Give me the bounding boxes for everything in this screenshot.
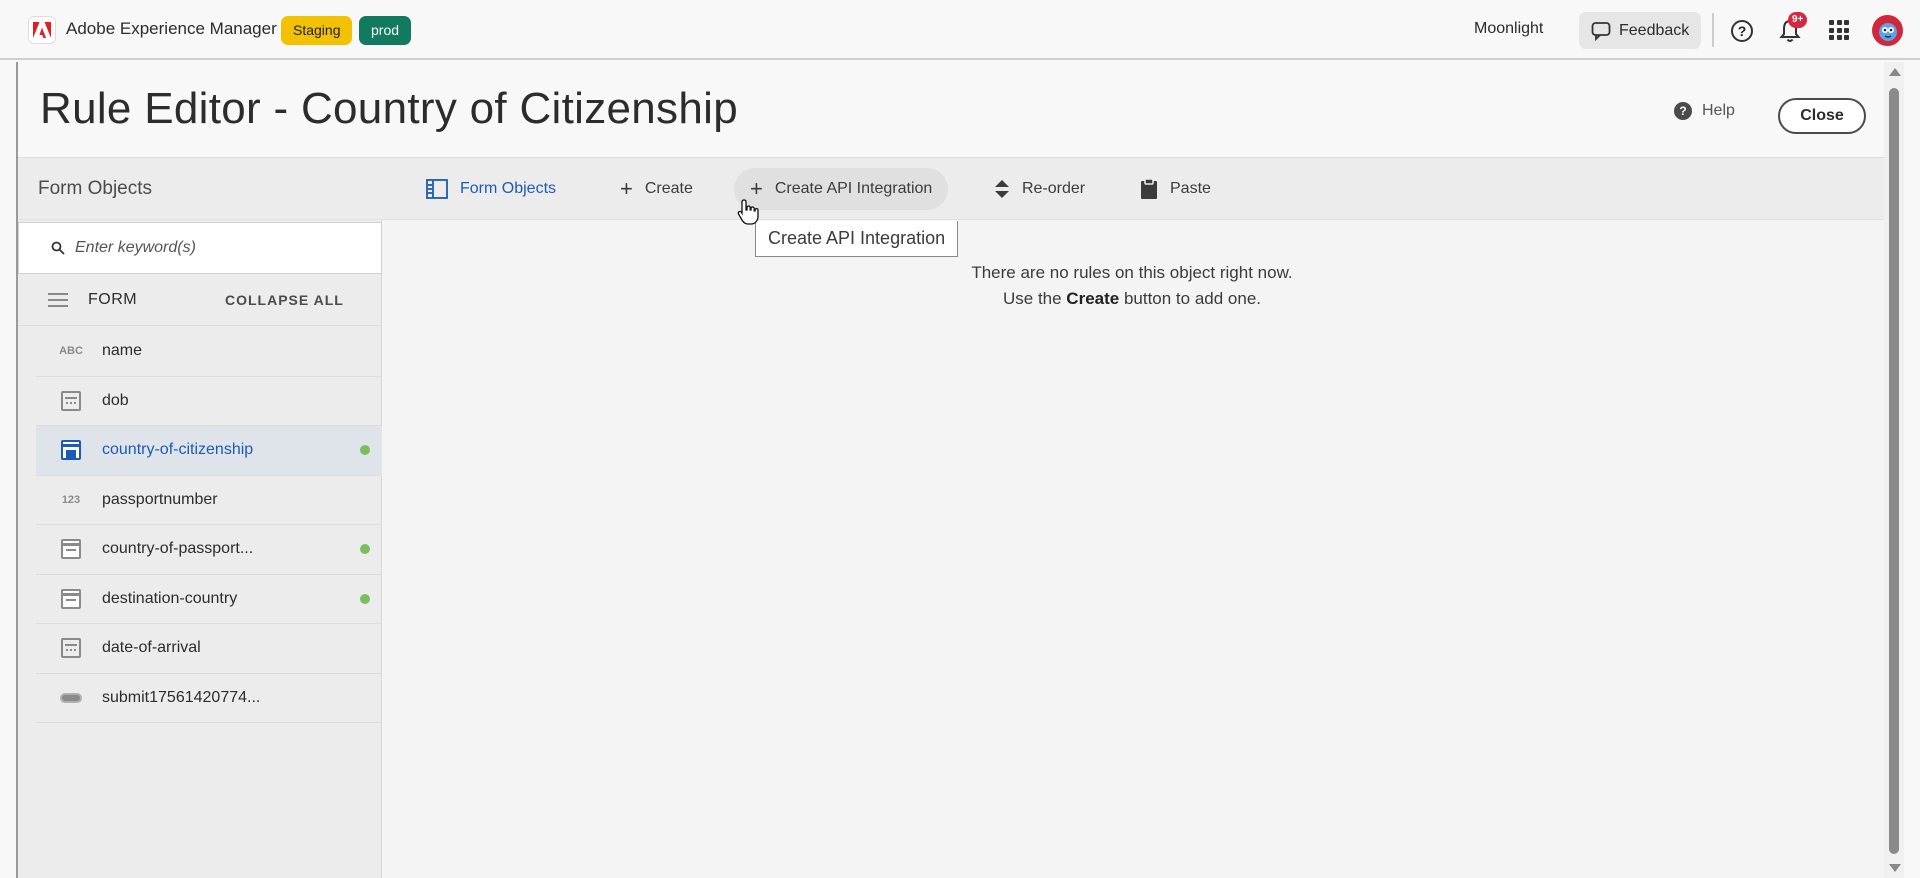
dropdown-icon — [61, 588, 81, 609]
paste-button[interactable]: Paste — [1124, 168, 1227, 210]
search-icon — [51, 241, 65, 255]
plus-icon: + — [620, 176, 633, 201]
button-icon — [60, 692, 82, 703]
reorder-label: Re-order — [1022, 180, 1086, 197]
plus-icon: + — [750, 176, 763, 201]
empty-state-line1: There are no rules on this object right … — [971, 263, 1293, 282]
adobe-logo-icon[interactable] — [28, 16, 56, 44]
tree-item-country-of-passport[interactable]: country-of-passport... — [36, 525, 382, 575]
vertical-scrollbar[interactable] — [1884, 62, 1904, 878]
has-rule-indicator — [360, 593, 370, 604]
reorder-icon — [995, 180, 1009, 198]
calendar-icon — [61, 638, 81, 659]
tree-item-label: country-of-citizenship — [102, 441, 254, 459]
close-button[interactable]: Close — [1778, 98, 1866, 134]
page-title: Rule Editor - Country of Citizenship — [40, 84, 738, 133]
has-rule-indicator — [360, 544, 370, 555]
has-rule-indicator — [360, 445, 370, 456]
create-button[interactable]: + Create — [604, 168, 709, 210]
scroll-up-icon[interactable] — [1889, 68, 1901, 76]
tree-item-label: date-of-arrival — [102, 639, 201, 657]
scroll-down-icon[interactable] — [1889, 864, 1901, 872]
dialog-header: Rule Editor - Country of Citizenship ? H… — [18, 62, 1886, 158]
form-objects-icon — [426, 179, 448, 199]
text-field-icon: ABC — [59, 345, 83, 358]
form-objects-panel-title: Form Objects — [38, 178, 153, 199]
tree-item-label: submit17561420774... — [102, 688, 261, 706]
search-input[interactable] — [75, 239, 355, 257]
hand-cursor-icon — [737, 199, 759, 225]
form-objects-tab-label: Form Objects — [460, 180, 557, 197]
tree-item-submit[interactable]: submit17561420774... — [36, 674, 382, 723]
help-circle-icon: ? — [1674, 102, 1692, 120]
clipboard-icon — [1141, 178, 1157, 199]
paste-label: Paste — [1170, 180, 1211, 197]
empty-state-message: There are no rules on this object right … — [382, 260, 1882, 312]
tree-menu-icon[interactable] — [48, 292, 68, 307]
feedback-button[interactable]: Feedback — [1579, 12, 1701, 49]
tree-item-label: passportnumber — [102, 490, 218, 508]
tree-item-label: dob — [102, 391, 129, 409]
tree-item-destination-country[interactable]: destination-country — [36, 575, 382, 624]
tree-header: FORM COLLAPSE ALL — [18, 274, 382, 326]
help-button[interactable]: ? Help — [1674, 102, 1735, 120]
divider — [1712, 13, 1714, 47]
prod-badge: prod — [359, 16, 412, 45]
tree-item-passportnumber[interactable]: 123 passportnumber — [36, 476, 382, 525]
collapse-all-button[interactable]: COLLAPSE ALL — [225, 292, 344, 308]
tree-item-date-of-arrival[interactable]: date-of-arrival — [36, 624, 382, 674]
reorder-button[interactable]: Re-order — [978, 168, 1101, 210]
create-label: Create — [644, 180, 693, 197]
number-field-icon: 123 — [61, 493, 81, 506]
tooltip: Create API Integration — [755, 221, 959, 257]
feedback-label: Feedback — [1619, 21, 1690, 39]
tree-item-dob[interactable]: dob — [36, 377, 382, 426]
tree-item-name[interactable]: ABC name — [36, 327, 382, 377]
empty-state-line2: Use the Create button to add one. — [1002, 289, 1262, 308]
avatar[interactable] — [1872, 15, 1903, 46]
org-switcher[interactable]: Moonlight — [1474, 20, 1543, 38]
feedback-icon — [1591, 21, 1611, 41]
dropdown-icon — [61, 539, 81, 560]
help-icon[interactable]: ? — [1731, 20, 1753, 42]
rules-area: There are no rules on this object right … — [382, 220, 1886, 878]
notification-badge: 9+ — [1788, 12, 1808, 28]
dropdown-icon — [61, 440, 81, 461]
form-objects-tab[interactable]: Form Objects — [410, 168, 572, 210]
create-api-integration-button[interactable]: + Create API Integration — [734, 168, 949, 210]
toolbar: Form Objects Form Objects + Create + Cre… — [18, 158, 1886, 220]
help-label: Help — [1702, 102, 1735, 119]
tree-item-label: country-of-passport... — [102, 540, 254, 558]
app-title[interactable]: Adobe Experience Manager — [66, 19, 277, 39]
tree-item-country-of-citizenship[interactable]: country-of-citizenship — [36, 426, 382, 476]
apps-grid-icon[interactable] — [1829, 20, 1849, 40]
create-api-integration-label: Create API Integration — [774, 180, 933, 197]
tree-root-label[interactable]: FORM — [88, 291, 137, 309]
search-field[interactable] — [18, 222, 382, 274]
rule-editor-dialog: Rule Editor - Country of Citizenship ? H… — [16, 62, 1886, 878]
scroll-thumb[interactable] — [1889, 88, 1899, 854]
tree-item-label: name — [102, 342, 143, 360]
tree-item-label: destination-country — [102, 589, 238, 607]
form-objects-panel: FORM COLLAPSE ALL ABC name dob country-o… — [18, 220, 382, 878]
staging-badge: Staging — [281, 16, 353, 45]
calendar-icon — [61, 390, 81, 411]
top-bar: Adobe Experience Manager Staging prod Mo… — [0, 0, 1920, 60]
form-object-tree: ABC name dob country-of-citizenship 123 … — [36, 327, 382, 723]
